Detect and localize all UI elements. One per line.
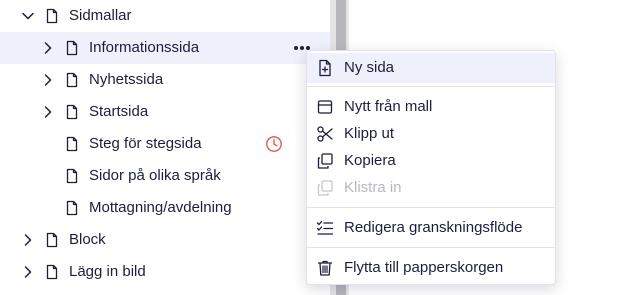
tree-item-sidmallar[interactable]: Sidmallar	[0, 0, 330, 32]
tree-item-nyhetssida[interactable]: Nyhetssida	[0, 64, 330, 96]
menu-item-cut[interactable]: Klipp ut	[307, 119, 555, 149]
chevron-right-icon[interactable]	[40, 40, 56, 56]
tree-item-label: Nyhetssida	[89, 71, 164, 88]
tree-item-informationssida[interactable]: Informationssida	[0, 32, 330, 64]
copy-icon	[316, 152, 334, 170]
document-icon	[64, 104, 80, 120]
chevron-right-icon[interactable]	[40, 72, 56, 88]
tree-item-label: Lägg in bild	[69, 263, 146, 280]
tree-item-label: Sidmallar	[69, 7, 132, 24]
tree-item-sidor-pa-olika-sprak[interactable]: Sidor på olika språk	[0, 160, 330, 192]
menu-separator	[307, 86, 555, 87]
menu-item-label: Klistra in	[344, 179, 402, 196]
document-icon	[64, 136, 80, 152]
tree-item-label: Mottagning/avdelning	[89, 199, 232, 216]
menu-item-label: Nytt från mall	[344, 98, 433, 115]
scissors-icon	[316, 125, 334, 143]
menu-item-label: Kopiera	[344, 152, 396, 169]
menu-item-label: Redigera granskningsflöde	[344, 219, 523, 236]
tree-item-lagg-in-bild[interactable]: Lägg in bild	[0, 256, 330, 288]
tree-item-label: Informationssida	[89, 39, 200, 56]
chevron-right-icon[interactable]	[20, 264, 36, 280]
chevron-right-icon[interactable]	[20, 232, 36, 248]
tree-item-startsida[interactable]: Startsida	[0, 96, 330, 128]
menu-item-new-page[interactable]: Ny sida	[307, 53, 555, 83]
tree-item-steg-for-stegsida[interactable]: Steg för stegsida	[0, 128, 330, 160]
tree-item-label: Block	[69, 231, 106, 248]
menu-item-copy[interactable]: Kopiera	[307, 146, 555, 176]
document-icon	[64, 72, 80, 88]
menu-item-move-to-trash[interactable]: Flytta till papperskorgen	[307, 253, 555, 283]
tree-item-block[interactable]: Block	[0, 224, 330, 256]
template-icon	[316, 98, 334, 116]
trash-icon	[316, 259, 334, 277]
document-icon	[44, 232, 60, 248]
paste-icon	[316, 179, 334, 197]
document-icon	[44, 8, 60, 24]
document-icon	[44, 264, 60, 280]
menu-item-label: Flytta till papperskorgen	[344, 259, 504, 276]
context-menu: Ny sida Nytt från mall Klipp ut Kopiera …	[306, 50, 556, 285]
tree-item-mottagning-avdelning[interactable]: Mottagning/avdelning	[0, 192, 330, 224]
document-icon	[64, 200, 80, 216]
menu-item-new-from-template[interactable]: Nytt från mall	[307, 92, 555, 122]
menu-item-label: Klipp ut	[344, 125, 395, 142]
chevron-down-icon[interactable]	[20, 8, 36, 24]
page-tree: Sidmallar Informationssida Nyhetssida St…	[0, 0, 330, 295]
menu-item-label: Ny sida	[344, 59, 395, 76]
chevron-right-icon[interactable]	[40, 104, 56, 120]
document-icon	[64, 168, 80, 184]
new-page-icon	[316, 59, 334, 77]
menu-separator	[307, 207, 555, 208]
tree-item-label: Sidor på olika språk	[89, 167, 221, 184]
tree-item-label: Startsida	[89, 103, 149, 120]
menu-item-paste[interactable]: Klistra in	[307, 173, 555, 203]
checklist-icon	[316, 219, 334, 237]
menu-item-edit-review-flow[interactable]: Redigera granskningsflöde	[307, 213, 555, 243]
tree-item-label: Steg för stegsida	[89, 135, 202, 152]
menu-separator	[307, 247, 555, 248]
clock-icon	[265, 135, 283, 153]
document-icon	[64, 40, 80, 56]
